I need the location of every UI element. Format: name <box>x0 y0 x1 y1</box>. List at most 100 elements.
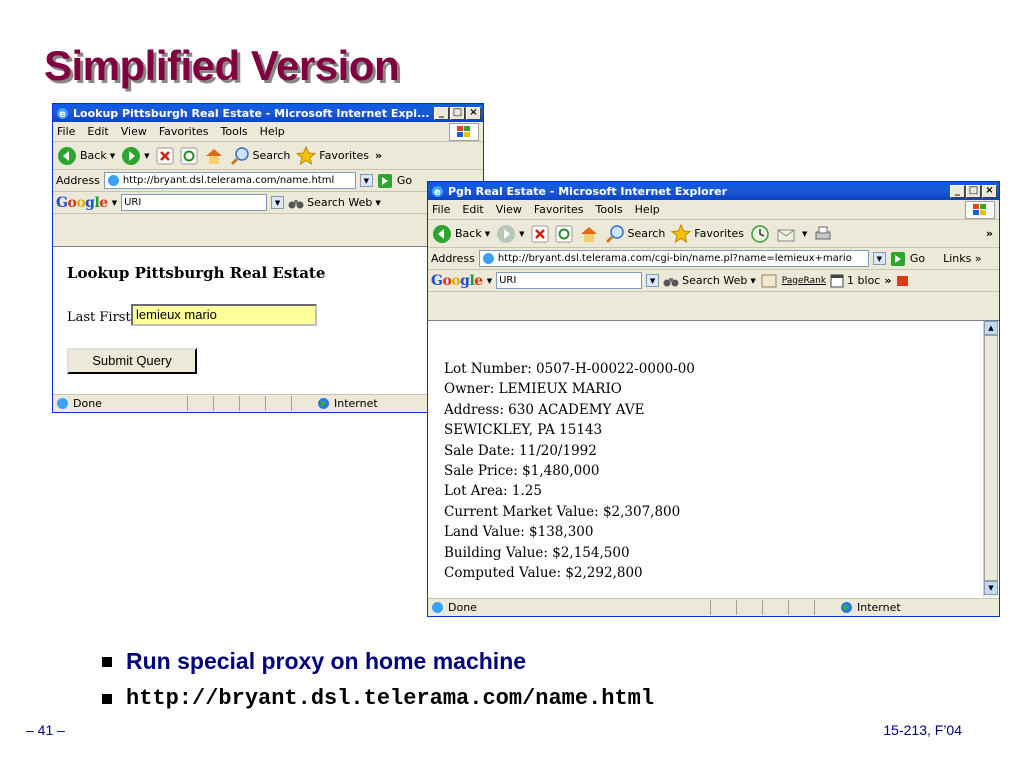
bullet-square-icon <box>102 693 112 704</box>
search-web-button[interactable]: Search Web ▼ <box>288 196 381 210</box>
refresh-icon[interactable] <box>180 147 198 165</box>
popup-blocker[interactable]: 1 bloc <box>830 274 880 288</box>
chevron-down-icon[interactable]: ▼ <box>144 152 149 160</box>
status-text: Done <box>73 397 102 410</box>
page-icon <box>432 602 443 613</box>
google-logo[interactable]: Google <box>431 273 483 289</box>
star-icon <box>296 145 317 165</box>
windows-logo-icon <box>449 123 479 141</box>
menu-favorites[interactable]: Favorites <box>159 125 209 138</box>
vertical-scrollbar[interactable]: ▲ ▼ <box>983 321 998 597</box>
news-icon[interactable] <box>760 273 778 289</box>
browser-window-lookup[interactable]: e Lookup Pittsburgh Real Estate - Micros… <box>52 103 484 413</box>
chevron-down-icon[interactable]: ▼ <box>375 199 380 207</box>
menu-file[interactable]: File <box>432 203 450 216</box>
windows-logo-icon <box>965 201 995 219</box>
menu-view[interactable]: View <box>121 125 147 138</box>
popup-blocked-count: 1 bloc <box>847 274 881 287</box>
chevron-down-icon[interactable]: ▼ <box>802 230 807 238</box>
scroll-down-icon[interactable]: ▼ <box>984 581 998 595</box>
toolbar-overflow[interactable]: » <box>986 227 993 240</box>
favorites-button[interactable]: Favorites <box>296 145 369 166</box>
minimize-button[interactable]: _ <box>950 184 965 198</box>
links-button[interactable]: Links » <box>943 252 981 265</box>
search-button[interactable]: Search <box>230 146 290 166</box>
back-button[interactable]: Back ▼ <box>432 224 490 244</box>
title-bar[interactable]: e Pgh Real Estate - Microsoft Internet E… <box>428 182 999 200</box>
title-bar[interactable]: e Lookup Pittsburgh Real Estate - Micros… <box>53 104 483 122</box>
minimize-button[interactable]: _ <box>434 106 449 120</box>
menu-favorites[interactable]: Favorites <box>534 203 584 216</box>
maximize-button[interactable]: □ <box>450 106 465 120</box>
go-button[interactable]: Go <box>397 174 412 187</box>
menu-file[interactable]: File <box>57 125 75 138</box>
print-icon[interactable] <box>813 225 833 243</box>
scroll-thumb[interactable] <box>984 335 998 581</box>
submit-query-button[interactable]: Submit Query <box>67 348 197 374</box>
close-button[interactable]: × <box>466 106 481 120</box>
status-segment <box>265 396 287 411</box>
address-dropdown[interactable]: ▼ <box>359 174 373 187</box>
page-icon <box>57 398 68 409</box>
pagerank-indicator[interactable]: PageRank <box>782 276 826 286</box>
scroll-up-icon[interactable]: ▲ <box>984 321 998 335</box>
stop-icon[interactable] <box>156 147 174 165</box>
chevron-down-icon[interactable]: ▼ <box>112 199 117 207</box>
home-icon[interactable] <box>204 147 224 165</box>
address-input[interactable]: http://bryant.dsl.telerama.com/name.html <box>103 172 356 189</box>
google-search-value: URI <box>124 197 142 208</box>
status-bar: Done Internet <box>53 394 483 412</box>
globe-icon <box>318 398 329 409</box>
chevron-down-icon[interactable]: ▼ <box>485 230 490 238</box>
name-field-label: Last First <box>67 310 131 325</box>
chevron-down-icon[interactable]: ▼ <box>519 230 524 238</box>
history-icon[interactable] <box>750 224 770 244</box>
menu-edit[interactable]: Edit <box>87 125 108 138</box>
back-label: Back <box>455 227 482 240</box>
search-button[interactable]: Search <box>605 224 665 244</box>
building-value: Building Value: $2,154,500 <box>444 544 630 561</box>
go-button[interactable]: Go <box>910 252 925 265</box>
favorites-button[interactable]: Favorites <box>671 223 744 244</box>
menu-help[interactable]: Help <box>260 125 285 138</box>
forward-button[interactable]: ▼ <box>496 224 525 244</box>
maximize-button[interactable]: □ <box>966 184 981 198</box>
forward-button[interactable]: ▼ <box>121 146 150 166</box>
google-search-input[interactable]: URI <box>496 272 643 289</box>
google-logo[interactable]: Google <box>56 195 108 211</box>
menu-edit[interactable]: Edit <box>462 203 483 216</box>
go-icon[interactable] <box>890 251 906 267</box>
google-toolbar-overflow[interactable]: » <box>884 274 891 287</box>
chevron-down-icon[interactable]: ▼ <box>750 277 755 285</box>
address-dropdown[interactable]: ▼ <box>872 252 886 265</box>
options-icon[interactable] <box>895 273 911 289</box>
menu-bar: File Edit View Favorites Tools Help <box>428 200 999 220</box>
owner: Owner: LEMIEUX MARIO <box>444 381 622 398</box>
mail-icon[interactable] <box>776 225 796 243</box>
address-input[interactable]: http://bryant.dsl.telerama.com/cgi-bin/n… <box>478 250 869 267</box>
menu-tools[interactable]: Tools <box>596 203 623 216</box>
google-search-dropdown[interactable]: ▼ <box>646 274 660 287</box>
toolbar-overflow[interactable]: » <box>375 149 382 162</box>
menu-tools[interactable]: Tools <box>221 125 248 138</box>
stop-icon[interactable] <box>531 225 549 243</box>
back-label: Back <box>80 149 107 162</box>
chevron-down-icon[interactable]: ▼ <box>110 152 115 160</box>
search-web-button[interactable]: Search Web ▼ <box>663 274 756 288</box>
close-button[interactable]: × <box>982 184 997 198</box>
google-search-dropdown[interactable]: ▼ <box>271 196 285 209</box>
address-label: Address <box>56 174 100 187</box>
refresh-icon[interactable] <box>555 225 573 243</box>
home-icon[interactable] <box>579 225 599 243</box>
google-search-input[interactable]: URI <box>121 194 268 211</box>
chevron-down-icon[interactable]: ▼ <box>487 277 492 285</box>
menu-help[interactable]: Help <box>635 203 660 216</box>
bullet-text: Run special proxy on home machine <box>126 648 527 674</box>
go-icon[interactable] <box>377 173 393 189</box>
name-input[interactable]: lemieux mario <box>131 304 317 326</box>
forward-arrow-icon <box>122 146 141 165</box>
browser-window-result[interactable]: e Pgh Real Estate - Microsoft Internet E… <box>427 181 1000 617</box>
menu-view[interactable]: View <box>496 203 522 216</box>
forward-arrow-icon <box>497 224 516 243</box>
back-button[interactable]: Back ▼ <box>57 146 115 166</box>
